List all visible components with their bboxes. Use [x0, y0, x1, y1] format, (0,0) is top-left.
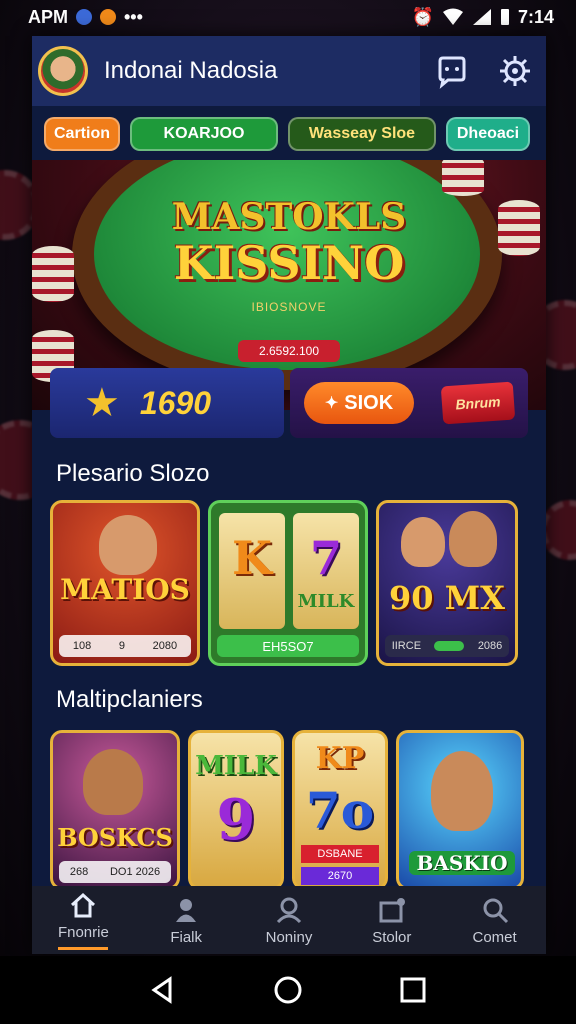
character-illustration — [83, 749, 143, 815]
character-illustration — [401, 517, 445, 567]
chat-icon[interactable] — [434, 53, 470, 89]
bottom-navigation: Fnonrie Fialk Noniny Stolor Comet — [32, 886, 546, 954]
reel-symbol: 7o — [305, 781, 375, 840]
casino-logo-top: MASTOKLS — [171, 196, 407, 238]
game-stats: 268 DO1 2026 — [59, 861, 171, 883]
nav-item-home[interactable]: Fnonrie — [38, 890, 128, 950]
nav-item-comet[interactable]: Comet — [450, 895, 540, 946]
reel-symbol: MILK — [195, 751, 277, 781]
recents-icon[interactable] — [398, 975, 428, 1005]
character-illustration — [99, 515, 157, 575]
header-actions — [420, 36, 546, 106]
character-illustration — [431, 751, 493, 831]
section-title: Plesario Slozo — [56, 460, 210, 487]
chip-stack — [442, 160, 484, 196]
game-title: 90 MX — [389, 579, 505, 617]
wifi-icon — [442, 8, 463, 25]
app-header: Indonai Nadosia — [32, 36, 546, 106]
game-title: BASKIO — [409, 851, 515, 875]
chip-cartion[interactable]: Cartion — [44, 117, 120, 151]
home-icon — [71, 892, 96, 918]
phone-screen: APM ••• ⏰ 7:14 Indonai Nadosia Cartion K… — [0, 0, 576, 1024]
stat-value: DO1 2026 — [109, 866, 161, 878]
game-stats: 108 9 2080 — [59, 635, 191, 657]
game-tile[interactable]: MATIOS 108 9 2080 — [50, 500, 200, 666]
gift-icon: ✦ — [324, 395, 339, 412]
page-title: Indonai Nadosia — [104, 57, 278, 84]
game-footer: 2670 — [301, 867, 379, 885]
more-icon: ••• — [124, 6, 143, 27]
game-tile[interactable]: BASKIO — [396, 730, 524, 890]
home-circle-icon[interactable] — [273, 975, 303, 1005]
game-title: BOSKCS — [57, 823, 173, 852]
nav-label: Noniny — [265, 928, 313, 946]
game-tile[interactable]: 90 MX IIRCE 2086 — [376, 500, 518, 666]
siok-button[interactable]: ✦ SIOK — [304, 382, 414, 424]
casino-logo-main: KISSINO — [173, 236, 405, 290]
game-footer: EH5SO7 — [217, 635, 359, 657]
balance-value: 1690 — [139, 384, 212, 421]
nav-label: Fialk — [170, 928, 203, 946]
game-title: MATIOS — [60, 573, 190, 606]
stat-value: 268 — [69, 866, 89, 878]
game-footer: DSBANE — [301, 845, 379, 863]
search-icon — [483, 898, 508, 923]
game-row: BOSKCS 268 DO1 2026 MILK 9 KP 7o DSBANE … — [50, 730, 524, 890]
stat-value: 2086 — [477, 640, 503, 652]
bonus-button[interactable]: Bnrum — [440, 381, 516, 425]
status-left-text: APM — [28, 6, 68, 27]
settings-icon[interactable] — [497, 53, 533, 89]
reel-symbol: KP — [315, 741, 365, 776]
app-window: Indonai Nadosia Cartion KOARJOO Wasseay … — [32, 36, 546, 954]
casino-logo-subtitle: IBIOSNOVE — [251, 300, 327, 314]
reel-symbol: 9 — [216, 787, 256, 853]
game-tile[interactable]: KP 7o DSBANE 2670 — [292, 730, 388, 890]
stat-value: IIRCE — [391, 640, 422, 652]
action-card: ✦ SIOK Bnrum — [290, 368, 528, 438]
jackpot-value: 2.6592.100 — [238, 340, 340, 362]
reel-symbol: 7 — [309, 531, 342, 585]
chip-koarjoo[interactable]: KOARJOO — [130, 117, 278, 151]
status-bar: APM ••• ⏰ 7:14 — [0, 0, 576, 34]
character-illustration — [449, 511, 497, 567]
nav-label: Comet — [472, 928, 517, 946]
stat-value: 108 — [72, 640, 92, 652]
reel-symbol: K — [232, 531, 272, 585]
alarm-icon: ⏰ — [411, 6, 434, 27]
store-icon — [379, 897, 405, 922]
nav-item-noniny[interactable]: Noniny — [244, 895, 334, 946]
nav-item-stolor[interactable]: Stolor — [347, 895, 437, 946]
battery-icon — [500, 9, 509, 25]
back-icon[interactable] — [148, 975, 178, 1005]
nav-item-fialk[interactable]: Fialk — [141, 895, 231, 946]
status-time: 7:14 — [517, 6, 554, 27]
game-stats: IIRCE 2086 — [385, 635, 509, 657]
star-icon: ★ — [84, 381, 120, 425]
chip-dheoaci[interactable]: Dheoaci — [446, 117, 530, 151]
avatar[interactable] — [38, 46, 88, 96]
nav-label: Stolor — [372, 928, 412, 946]
system-navigation-bar — [0, 956, 576, 1024]
chip-wasseay-sloe[interactable]: Wasseay Sloe — [288, 117, 436, 151]
game-tile[interactable]: BOSKCS 268 DO1 2026 — [50, 730, 180, 890]
person-icon — [176, 898, 197, 922]
section-title: Maltipclaniers — [56, 686, 203, 713]
stat-value: 9 — [118, 640, 125, 652]
game-tile[interactable]: K 7 MILK EH5SO7 — [208, 500, 368, 666]
game-row: MATIOS 108 9 2080 K 7 MILK EH5SO7 90 MX — [50, 500, 518, 666]
nav-label: Fnonrie — [57, 924, 109, 941]
account-icon — [276, 897, 302, 923]
app-notification-icon — [100, 9, 116, 25]
signal-icon — [472, 9, 491, 25]
reel-symbol: MILK — [297, 591, 355, 612]
category-chips: Cartion KOARJOO Wasseay Sloe Dheoaci — [32, 112, 546, 156]
progress-indicator — [434, 641, 465, 651]
balance-card[interactable]: ★ 1690 — [50, 368, 284, 438]
app-notification-icon — [76, 9, 92, 25]
game-tile[interactable]: MILK 9 — [188, 730, 284, 890]
stat-value: 2080 — [152, 640, 178, 652]
siok-button-label: SIOK — [344, 391, 394, 414]
